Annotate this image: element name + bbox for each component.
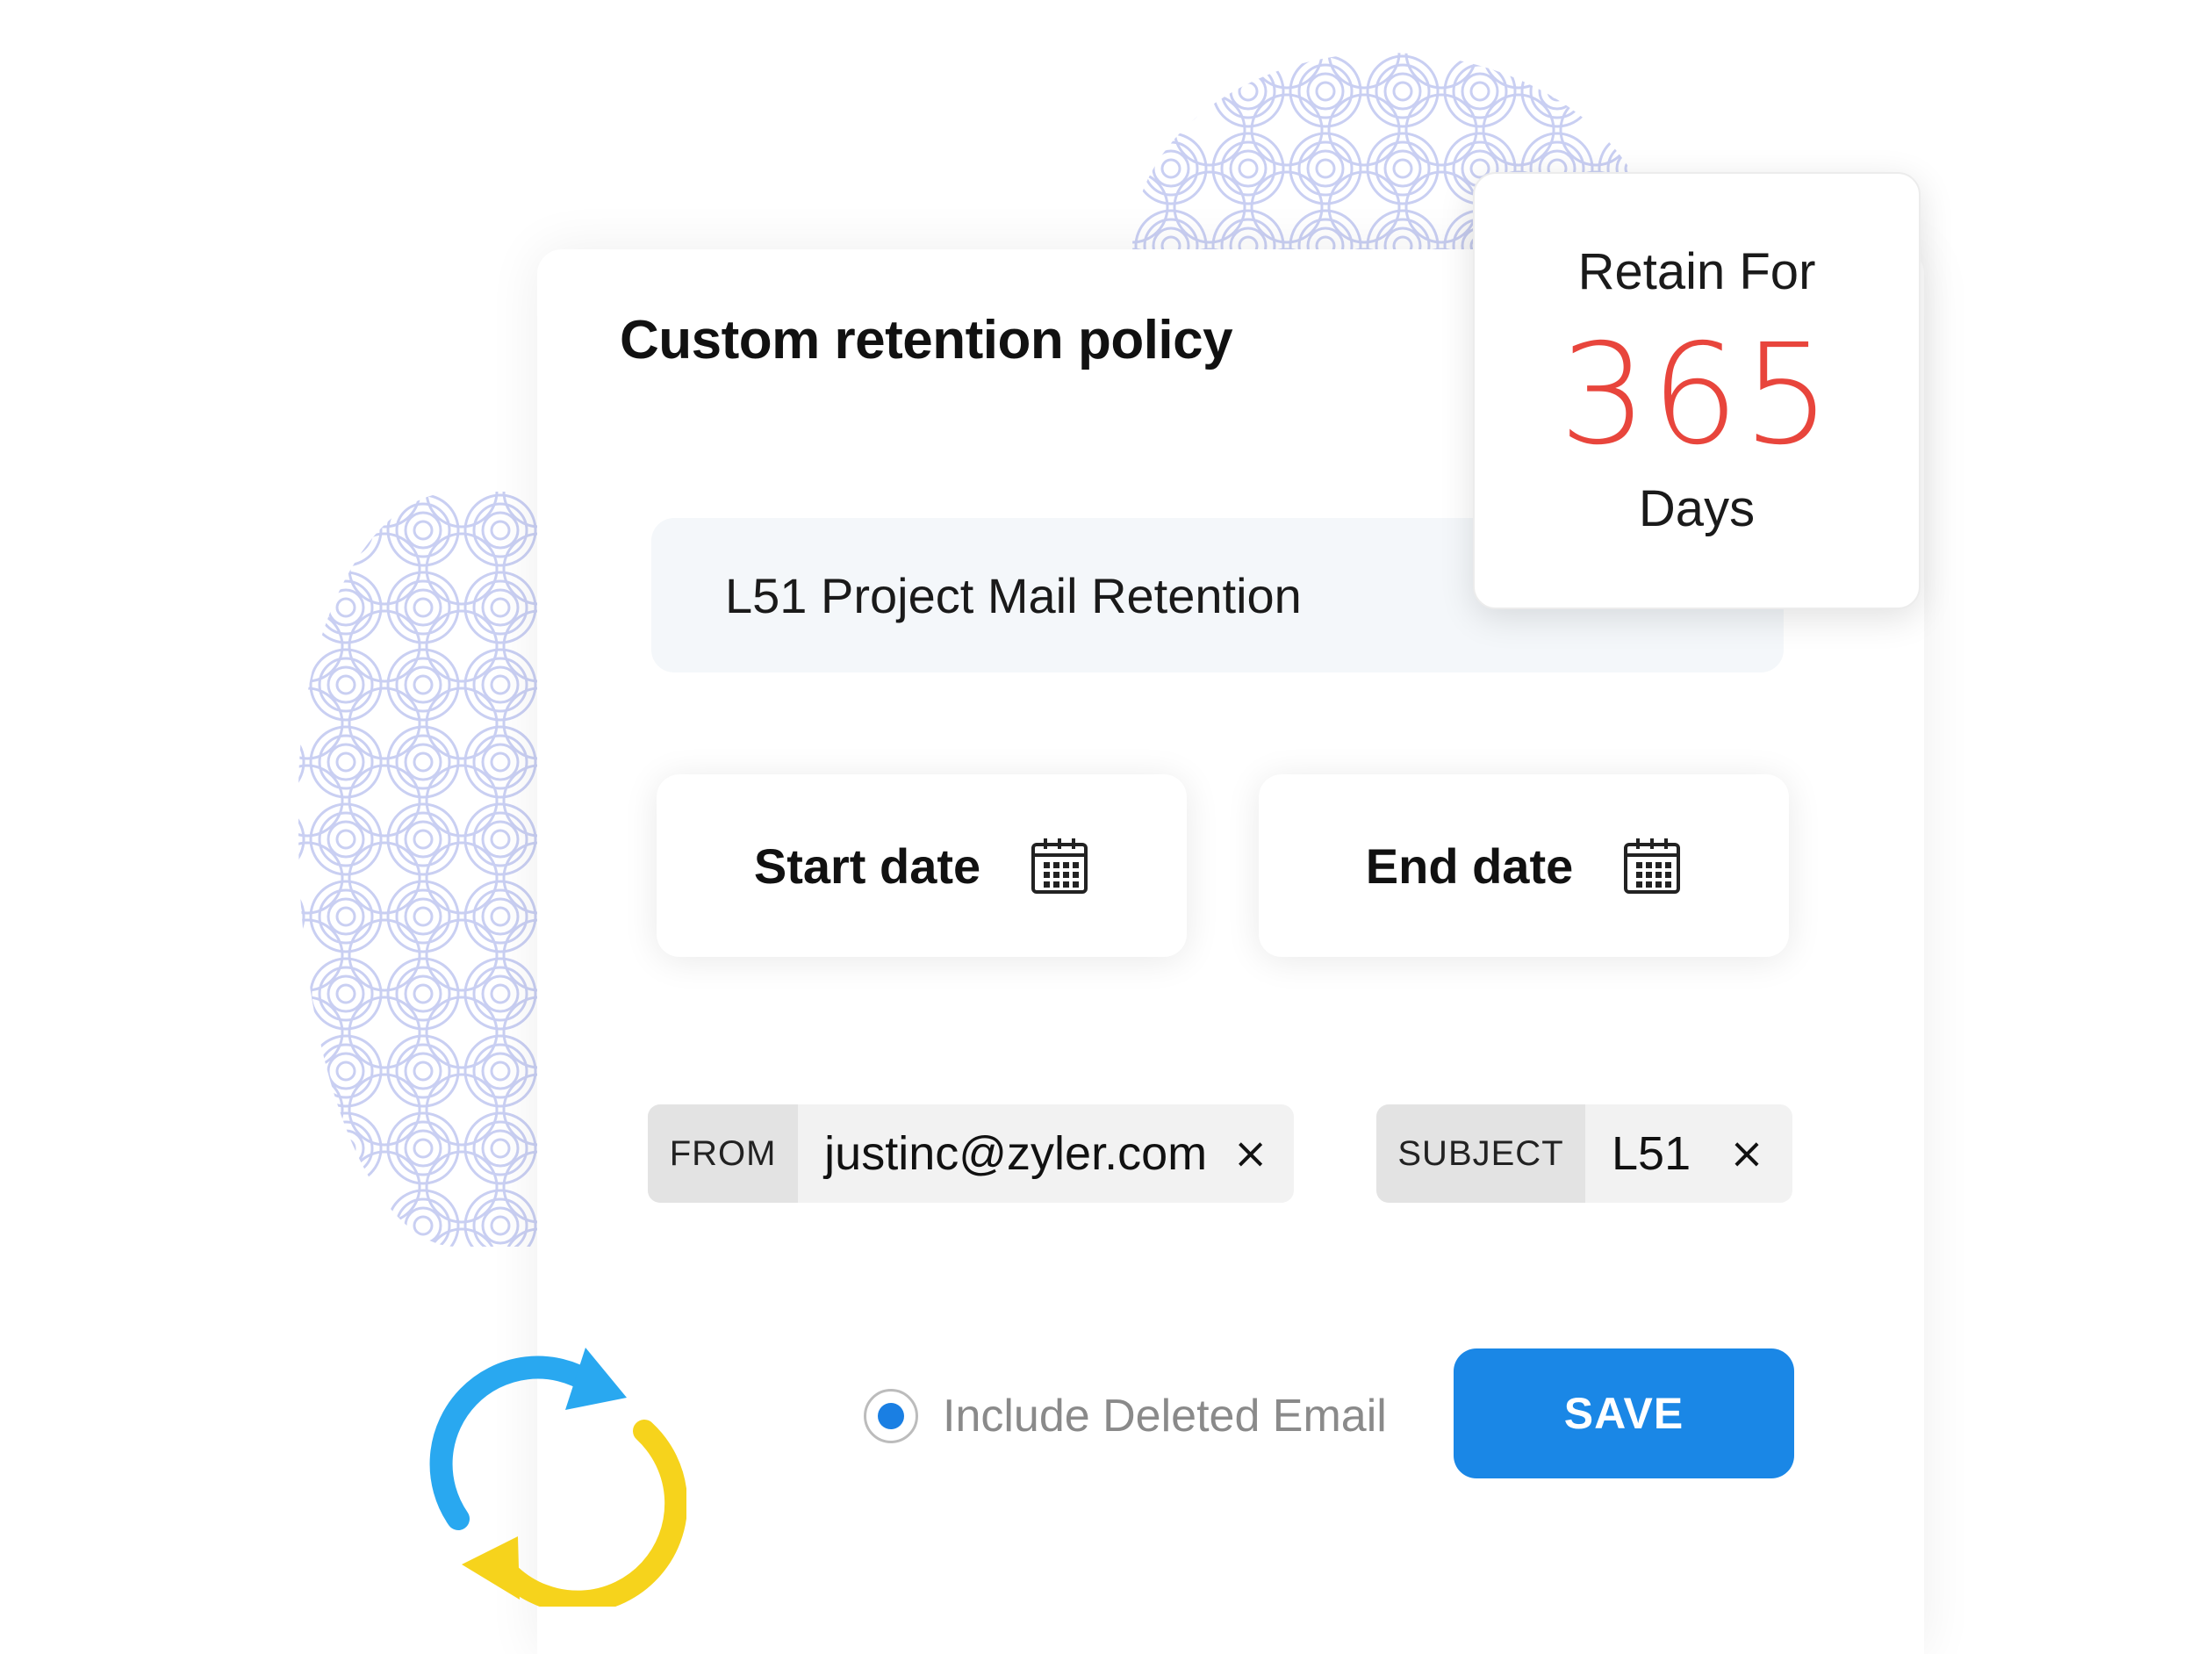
from-filter-key: FROM	[648, 1104, 799, 1203]
remove-subject-filter-close-icon[interactable]: ×	[1701, 1104, 1792, 1203]
start-date-label: Start date	[753, 838, 981, 894]
include-deleted-label: Include Deleted Email	[943, 1391, 1387, 1442]
sync-icon	[406, 1326, 686, 1607]
retention-unit-label: Days	[1638, 480, 1756, 537]
subject-filter-value: L51	[1612, 1127, 1691, 1180]
retention-days-value: 365	[1559, 314, 1835, 476]
include-deleted-email-option[interactable]: Include Deleted Email	[864, 1389, 1387, 1443]
end-date-label: End date	[1365, 838, 1574, 894]
from-filter-chip: FROM justinc@zyler.com ×	[648, 1104, 1294, 1203]
subject-filter-key: SUBJECT	[1376, 1104, 1585, 1203]
save-button[interactable]: SAVE	[1454, 1348, 1794, 1478]
include-deleted-radio[interactable]	[864, 1389, 918, 1443]
circle-pattern-left	[298, 492, 562, 1247]
calendar-icon[interactable]	[1622, 836, 1682, 895]
policy-name-value: L51 Project Mail Retention	[725, 567, 1302, 623]
from-filter-value: justinc@zyler.com	[824, 1127, 1208, 1180]
remove-from-filter-close-icon[interactable]: ×	[1207, 1104, 1294, 1203]
retain-for-label: Retain For	[1577, 243, 1816, 300]
start-date-field[interactable]: Start date	[657, 774, 1187, 957]
calendar-icon[interactable]	[1030, 836, 1089, 895]
end-date-field[interactable]: End date	[1259, 774, 1789, 957]
decorative-pattern-left	[298, 492, 562, 1247]
subject-filter-chip: SUBJECT L51 ×	[1376, 1104, 1792, 1203]
page-title: Custom retention policy	[620, 310, 1233, 370]
retention-period-card: Retain For 365 Days	[1473, 172, 1921, 609]
radio-selected-dot	[878, 1403, 904, 1429]
